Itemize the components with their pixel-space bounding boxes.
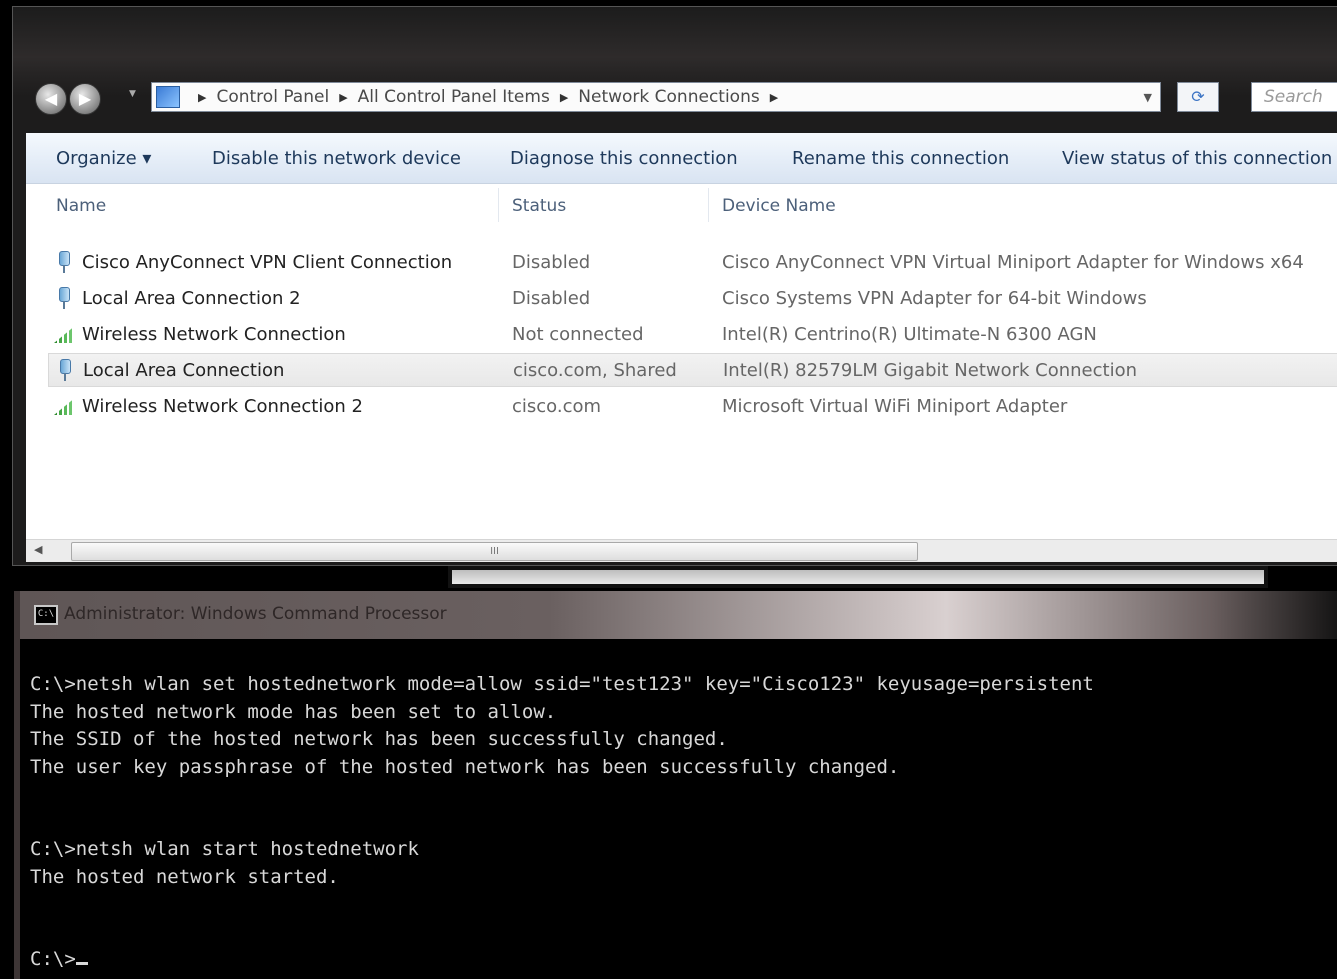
background-window-edge: [448, 566, 1268, 588]
breadcrumb-separator-icon[interactable]: ▶: [198, 91, 206, 104]
console-line: C:\>netsh wlan set hostednetwork mode=al…: [30, 673, 1094, 695]
breadcrumb-control-panel[interactable]: Control Panel: [216, 87, 329, 107]
command-prompt-icon: C:\: [34, 605, 58, 625]
wired-adapter-icon: [54, 287, 74, 309]
connection-device: Cisco AnyConnect VPN Virtual Miniport Ad…: [722, 252, 1304, 273]
connection-name: Cisco AnyConnect VPN Client Connection: [82, 252, 453, 273]
connections-list: Name Status Device Name Cisco AnyConnect…: [26, 184, 1337, 539]
window-title: Administrator: Windows Command Processor: [64, 604, 447, 624]
control-panel-icon: [156, 86, 180, 108]
console-line: The hosted network mode has been set to …: [30, 700, 557, 723]
connection-status: Disabled: [512, 288, 591, 309]
forward-arrow-icon[interactable]: ▶: [69, 83, 101, 115]
prompt-text: C:\>: [30, 948, 76, 970]
prompt-line: C:\>: [30, 946, 1337, 974]
command-prompt-window: C:\ Administrator: Windows Command Proce…: [14, 591, 1337, 979]
connection-row-selected[interactable]: Local Area Connection cisco.com, Shared …: [48, 353, 1337, 387]
connection-device: Cisco Systems VPN Adapter for 64-bit Win…: [722, 288, 1147, 309]
console-line: The user key passphrase of the hosted ne…: [30, 755, 900, 778]
column-header-status[interactable]: Status: [512, 196, 566, 216]
disable-device-button[interactable]: Disable this network device: [212, 148, 461, 169]
column-divider[interactable]: [708, 188, 709, 222]
search-input[interactable]: Search: [1251, 82, 1337, 112]
wired-adapter-icon: [54, 251, 74, 273]
scrollbar-thumb[interactable]: III: [71, 542, 918, 561]
console-line: C:\>netsh wlan start hostednetwork: [30, 838, 419, 860]
column-divider[interactable]: [498, 188, 499, 222]
connection-name: Wireless Network Connection: [82, 324, 346, 345]
connection-device: Intel(R) Centrino(R) Ultimate-N 6300 AGN: [722, 324, 1097, 345]
connection-name: Wireless Network Connection 2: [82, 396, 363, 417]
wireless-signal-icon: [54, 323, 74, 345]
connection-row[interactable]: Wireless Network Connection 2 cisco.com …: [48, 390, 1337, 424]
connection-name: Local Area Connection: [83, 360, 285, 381]
navigation-bar: ◀ ▶ ▼ ▶ Control Panel ▶ All Control Pane…: [13, 79, 1337, 121]
horizontal-scrollbar[interactable]: ◀ III: [26, 539, 1337, 562]
address-history-dropdown-icon[interactable]: ▼: [1144, 91, 1152, 104]
connection-row[interactable]: Local Area Connection 2 Disabled Cisco S…: [48, 282, 1337, 316]
connection-status: cisco.com: [512, 396, 602, 417]
command-prompt-titlebar[interactable]: C:\ Administrator: Windows Command Proce…: [20, 591, 1337, 639]
connection-device: Intel(R) 82579LM Gigabit Network Connect…: [723, 360, 1137, 381]
column-header-name[interactable]: Name: [56, 196, 106, 216]
address-bar[interactable]: ▶ Control Panel ▶ All Control Panel Item…: [151, 82, 1161, 112]
organize-menu-button[interactable]: Organize ▾: [56, 148, 151, 169]
rename-connection-button[interactable]: Rename this connection: [792, 148, 1009, 169]
text-cursor: [75, 962, 88, 965]
connection-status: cisco.com, Shared: [513, 360, 677, 381]
wireless-signal-icon: [54, 395, 74, 417]
breadcrumb-separator-icon[interactable]: ▶: [770, 91, 778, 104]
connection-device: Microsoft Virtual WiFi Miniport Adapter: [722, 396, 1068, 417]
diagnose-connection-button[interactable]: Diagnose this connection: [510, 148, 738, 169]
view-status-button[interactable]: View status of this connection: [1062, 148, 1332, 169]
recent-pages-dropdown-icon[interactable]: ▼: [129, 89, 143, 107]
console-output[interactable]: C:\>netsh wlan set hostednetwork mode=al…: [30, 671, 1337, 974]
back-arrow-icon[interactable]: ◀: [35, 83, 67, 115]
refresh-icon[interactable]: ⟳: [1177, 82, 1219, 112]
breadcrumb-separator-icon[interactable]: ▶: [560, 91, 568, 104]
breadcrumb-separator-icon[interactable]: ▶: [339, 91, 347, 104]
network-connections-window: ◀ ▶ ▼ ▶ Control Panel ▶ All Control Pane…: [12, 6, 1337, 566]
connection-row[interactable]: Cisco AnyConnect VPN Client Connection D…: [48, 246, 1337, 280]
connection-status: Disabled: [512, 252, 591, 273]
wired-adapter-icon: [55, 359, 75, 381]
connection-name: Local Area Connection 2: [82, 288, 301, 309]
console-line: The hosted network started.: [30, 865, 339, 888]
connection-status: Not connected: [512, 324, 644, 345]
breadcrumb-all-control-panel-items[interactable]: All Control Panel Items: [358, 87, 550, 107]
column-header-device-name[interactable]: Device Name: [722, 196, 836, 216]
command-bar: Organize ▾ Disable this network device D…: [26, 133, 1337, 184]
breadcrumb-network-connections[interactable]: Network Connections: [578, 87, 759, 107]
console-line: The SSID of the hosted network has been …: [30, 728, 728, 750]
scroll-left-arrow-icon[interactable]: ◀: [34, 543, 42, 556]
connection-row[interactable]: Wireless Network Connection Not connecte…: [48, 318, 1337, 352]
